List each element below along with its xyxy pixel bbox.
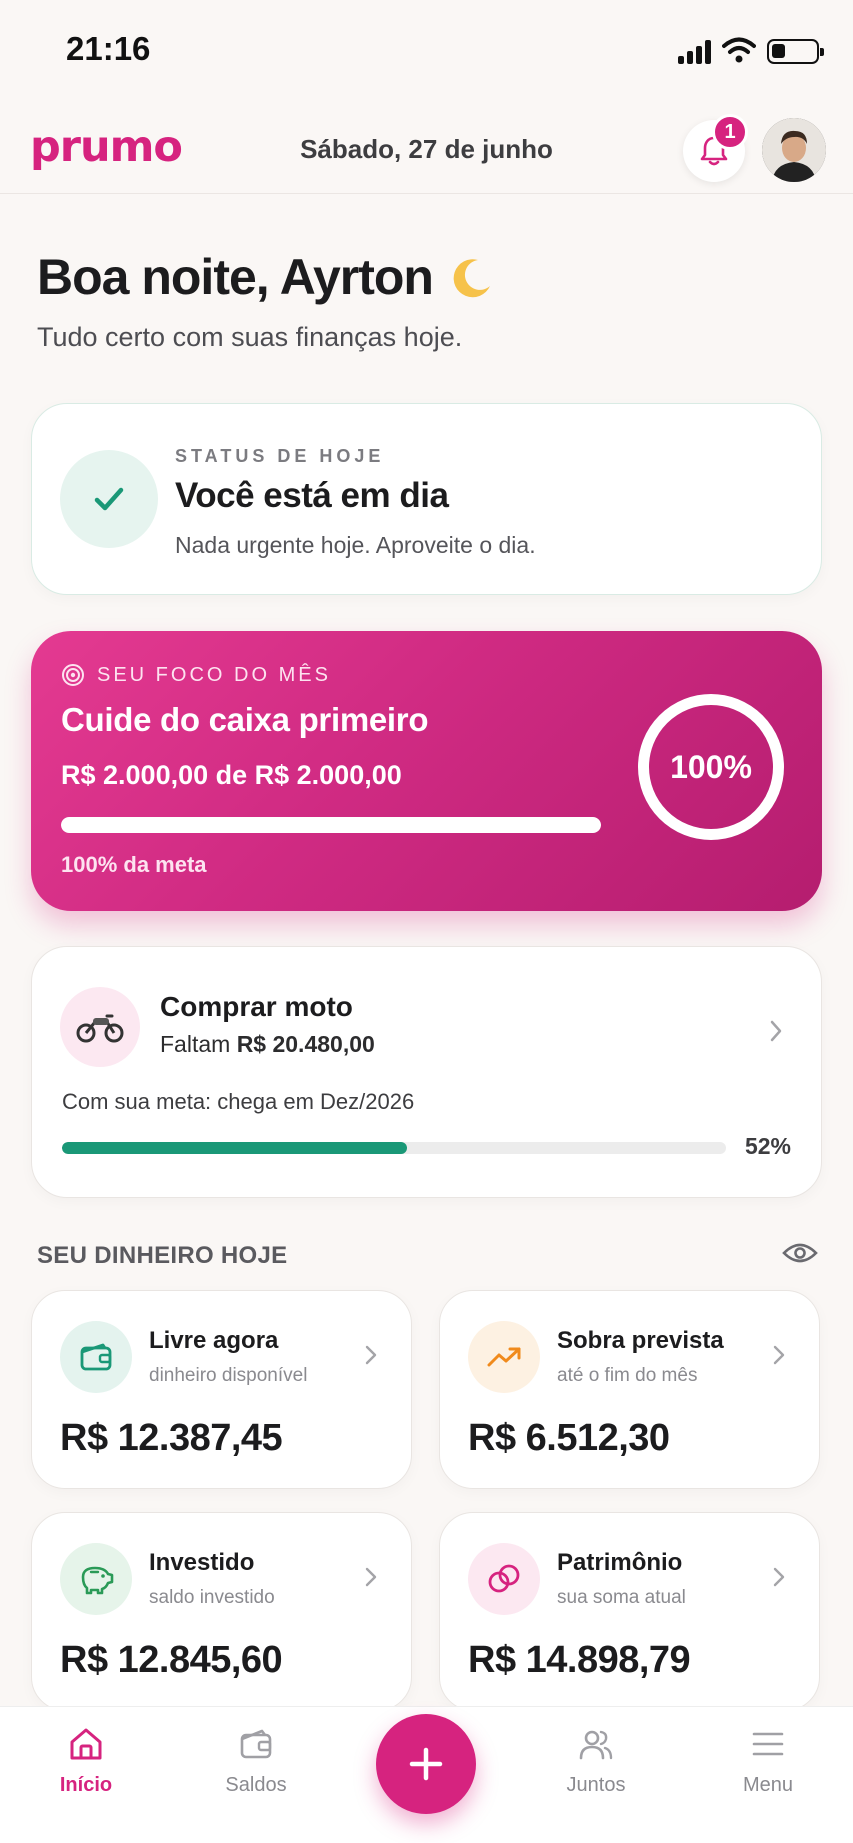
goal-remaining-value: R$ 20.480,00 bbox=[236, 1031, 375, 1057]
notification-badge: 1 bbox=[712, 114, 748, 150]
money-section-heading: SEU DINHEIRO HOJE bbox=[37, 1242, 288, 1269]
home-icon bbox=[70, 1728, 102, 1760]
money-card-title: Investido bbox=[149, 1549, 255, 1576]
nav-balances-label: Saldos bbox=[225, 1774, 287, 1796]
goal-card[interactable]: Comprar moto Faltam R$ 20.480,00 Com sua… bbox=[31, 946, 822, 1198]
status-check bbox=[60, 450, 158, 548]
signal-icon bbox=[678, 40, 714, 64]
chevron-right-icon bbox=[770, 1020, 782, 1042]
focus-amount: R$ 2.000,00 de R$ 2.000,00 bbox=[61, 760, 402, 790]
money-card-subtitle: sua soma atual bbox=[557, 1587, 686, 1608]
monthly-focus-card[interactable]: SEU FOCO DO MÊS Cuide do caixa primeiro … bbox=[31, 631, 822, 911]
focus-ring-percent: 100% bbox=[670, 748, 752, 785]
moon-icon bbox=[453, 259, 490, 298]
goal-icon-circle bbox=[60, 987, 140, 1067]
chevron-right-icon bbox=[773, 1345, 785, 1365]
money-card-subtitle: saldo investido bbox=[149, 1587, 275, 1608]
check-icon bbox=[94, 487, 124, 511]
avatar[interactable] bbox=[762, 118, 826, 182]
money-card-title: Sobra prevista bbox=[557, 1327, 724, 1354]
money-card-net-worth[interactable]: Patrimônio sua soma atual R$ 14.898,79 bbox=[439, 1512, 820, 1711]
trend-up-icon bbox=[487, 1347, 521, 1367]
add-button[interactable] bbox=[376, 1714, 476, 1814]
focus-progress-fill bbox=[61, 817, 601, 833]
chevron-right-icon bbox=[773, 1567, 785, 1587]
money-card-icon-bg bbox=[468, 1321, 540, 1393]
nav-menu[interactable]: Menu bbox=[708, 1727, 828, 1797]
motorcycle-icon bbox=[76, 1014, 124, 1043]
avatar-icon bbox=[762, 118, 826, 182]
money-card-value: R$ 12.387,45 bbox=[60, 1417, 283, 1459]
status-time: 21:16 bbox=[66, 30, 151, 67]
piggy-bank-icon bbox=[81, 1566, 114, 1595]
focus-meta: 100% da meta bbox=[61, 852, 207, 877]
app-header: prumo Sábado, 27 de junho 1 bbox=[0, 100, 853, 194]
focus-label: SEU FOCO DO MÊS bbox=[97, 664, 331, 686]
money-card-subtitle: dinheiro disponível bbox=[149, 1365, 308, 1386]
goal-eta: Com sua meta: chega em Dez/2026 bbox=[62, 1089, 415, 1114]
money-card-invested[interactable]: Investido saldo investido R$ 12.845,60 bbox=[31, 1512, 412, 1711]
nav-together[interactable]: Juntos bbox=[536, 1727, 656, 1797]
money-card-title: Patrimônio bbox=[557, 1549, 683, 1576]
status-subtitle: Nada urgente hoje. Aproveite o dia. bbox=[175, 532, 536, 558]
target-icon bbox=[62, 664, 84, 686]
nav-menu-label: Menu bbox=[742, 1774, 794, 1796]
focus-title: Cuide do caixa primeiro bbox=[61, 701, 429, 738]
users-icon bbox=[579, 1730, 613, 1760]
goal-title: Comprar moto bbox=[160, 991, 353, 1022]
money-card-value: R$ 6.512,30 bbox=[468, 1417, 670, 1459]
money-card-subtitle: até o fim do mês bbox=[557, 1365, 698, 1386]
money-card-value: R$ 12.845,60 bbox=[60, 1639, 283, 1681]
focus-progress-ring: 100% bbox=[638, 694, 784, 840]
money-card-icon-bg bbox=[468, 1543, 540, 1615]
wallet-icon bbox=[80, 1343, 112, 1371]
nav-home-label: Início bbox=[59, 1774, 113, 1796]
focus-progress-bar bbox=[61, 817, 601, 833]
greeting-title: Boa noite, Ayrton bbox=[37, 249, 434, 305]
wifi-icon bbox=[722, 37, 756, 63]
money-card-icon-bg bbox=[60, 1321, 132, 1393]
chevron-right-icon bbox=[365, 1345, 377, 1365]
goal-percent: 52% bbox=[744, 1133, 791, 1159]
status-label: STATUS DE HOJE bbox=[175, 446, 385, 466]
nav-balances[interactable]: Saldos bbox=[196, 1727, 316, 1797]
goal-remaining-prefix: Faltam bbox=[160, 1031, 231, 1057]
money-card-title: Livre agora bbox=[149, 1327, 279, 1354]
money-card-free[interactable]: Livre agora dinheiro disponível R$ 12.38… bbox=[31, 1290, 412, 1489]
plus-icon bbox=[409, 1747, 443, 1781]
greeting-subtitle: Tudo certo com suas finanças hoje. bbox=[37, 322, 463, 352]
menu-icon bbox=[752, 1732, 784, 1756]
status-title: Você está em dia bbox=[175, 476, 449, 515]
money-card-value: R$ 14.898,79 bbox=[468, 1639, 691, 1681]
money-card-icon-bg bbox=[60, 1543, 132, 1615]
eye-icon[interactable] bbox=[782, 1241, 818, 1265]
money-card-forecast[interactable]: Sobra prevista até o fim do mês R$ 6.512… bbox=[439, 1290, 820, 1489]
status-bar: 21:16 bbox=[0, 0, 853, 100]
status-card[interactable]: STATUS DE HOJE Você está em dia Nada urg… bbox=[31, 403, 822, 595]
wallet-icon bbox=[240, 1729, 272, 1759]
nav-home[interactable]: Início bbox=[26, 1727, 146, 1797]
battery-icon bbox=[767, 39, 824, 64]
chevron-right-icon bbox=[365, 1567, 377, 1587]
goal-progress-bar bbox=[62, 1142, 726, 1154]
coins-icon bbox=[488, 1564, 520, 1593]
goal-remaining: Faltam R$ 20.480,00 bbox=[160, 1031, 375, 1058]
nav-together-label: Juntos bbox=[566, 1774, 626, 1796]
goal-progress-fill bbox=[62, 1142, 408, 1154]
